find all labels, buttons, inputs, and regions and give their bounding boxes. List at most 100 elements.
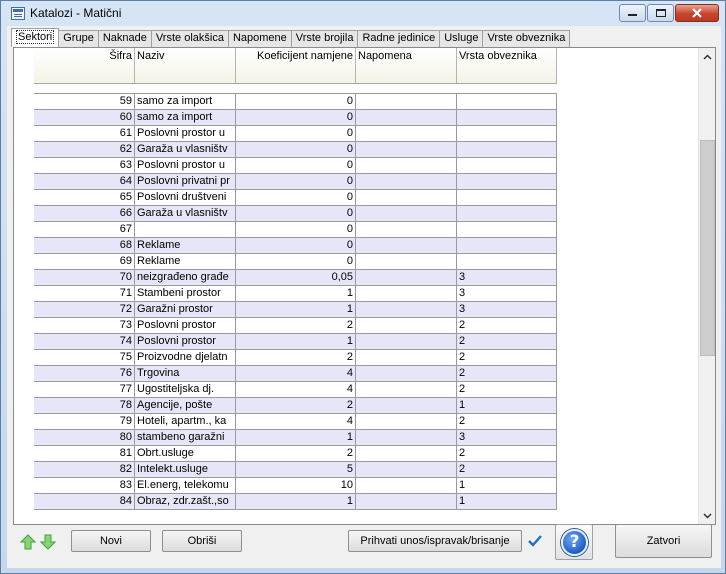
close-button[interactable] [675, 4, 719, 22]
cell-napomena[interactable] [356, 398, 457, 413]
table-row[interactable]: 73 Poslovni prostor 2 2 [34, 318, 557, 334]
cell-vrsta-obveznika[interactable]: 2 [457, 366, 557, 381]
cell-naziv[interactable]: Obrt.usluge [135, 446, 236, 461]
cell-vrsta-obveznika[interactable] [457, 110, 557, 125]
cell-napomena[interactable] [356, 126, 457, 141]
cell-napomena[interactable] [356, 446, 457, 461]
cell-naziv[interactable]: neizgrađeno građe [135, 270, 236, 285]
cell-sifra[interactable]: 69 [34, 254, 135, 269]
cell-sifra[interactable]: 59 [34, 94, 135, 109]
cell-sifra[interactable]: 82 [34, 462, 135, 477]
table-row[interactable]: 78 Agencije, pošte 2 1 [34, 398, 557, 414]
tab-vrste-brojila[interactable]: Vrste brojila [290, 30, 359, 47]
table-row[interactable]: 69 Reklame 0 [34, 254, 557, 270]
cell-vrsta-obveznika[interactable]: 1 [457, 478, 557, 493]
cell-koeficijent[interactable]: 0 [236, 142, 356, 157]
cell-koeficijent[interactable]: 4 [236, 366, 356, 381]
table-row[interactable]: 67 0 [34, 222, 557, 238]
table-row[interactable]: 82 Intelekt.usluge 5 2 [34, 462, 557, 478]
maximize-button[interactable] [647, 4, 674, 22]
cell-napomena[interactable] [356, 110, 457, 125]
cell-koeficijent[interactable]: 0 [236, 126, 356, 141]
cell-koeficijent[interactable]: 0 [236, 174, 356, 189]
help-button[interactable]: ? [555, 524, 593, 560]
scroll-down-button[interactable] [699, 507, 716, 524]
cell-sifra[interactable]: 78 [34, 398, 135, 413]
cell-sifra[interactable]: 64 [34, 174, 135, 189]
cell-sifra[interactable]: 81 [34, 446, 135, 461]
cell-vrsta-obveznika[interactable] [457, 174, 557, 189]
cell-napomena[interactable] [356, 462, 457, 477]
table-row[interactable]: 84 Obraz, zdr.zašt.,so 1 1 [34, 494, 557, 510]
cell-napomena[interactable] [356, 430, 457, 445]
cell-koeficijent[interactable]: 4 [236, 382, 356, 397]
cell-napomena[interactable] [356, 494, 457, 509]
cell-naziv[interactable]: Ugostiteljska dj. [135, 382, 236, 397]
cell-naziv[interactable]: Garaža u vlasništv [135, 206, 236, 221]
cell-koeficijent[interactable]: 1 [236, 334, 356, 349]
cell-vrsta-obveznika[interactable] [457, 142, 557, 157]
cell-napomena[interactable] [356, 174, 457, 189]
cell-napomena[interactable] [356, 350, 457, 365]
tab-sektori[interactable]: Sektori [11, 28, 60, 47]
cell-napomena[interactable] [356, 382, 457, 397]
cell-naziv[interactable]: Stambeni prostor [135, 286, 236, 301]
table-row[interactable]: 61 Poslovni prostor u0 [34, 126, 557, 142]
column-header-naziv[interactable]: Naziv [135, 48, 236, 83]
cell-vrsta-obveznika[interactable] [457, 126, 557, 141]
cell-naziv[interactable]: Garažni prostor [135, 302, 236, 317]
cell-naziv[interactable]: stambeno garažni [135, 430, 236, 445]
cell-naziv[interactable]: Reklame [135, 238, 236, 253]
table-row[interactable]: 83 El.energ, telekomu 10 1 [34, 478, 557, 494]
cell-koeficijent[interactable]: 0 [236, 238, 356, 253]
table-row[interactable]: 75 Proizvodne djelatn 2 2 [34, 350, 557, 366]
cell-koeficijent[interactable]: 2 [236, 398, 356, 413]
cell-koeficijent[interactable]: 10 [236, 478, 356, 493]
cell-napomena[interactable] [356, 190, 457, 205]
cell-napomena[interactable] [356, 142, 457, 157]
column-header-napomena[interactable]: Napomena [356, 48, 457, 83]
column-header-sifra[interactable]: Šifra [34, 48, 135, 83]
cell-sifra[interactable]: 63 [34, 158, 135, 173]
table-row[interactable]: 62 Garaža u vlasništv 0 [34, 142, 557, 158]
table-row[interactable]: 65 Poslovni društveni 0 [34, 190, 557, 206]
cell-vrsta-obveznika[interactable]: 2 [457, 318, 557, 333]
cell-napomena[interactable] [356, 334, 457, 349]
arrow-up-icon[interactable] [20, 534, 36, 550]
tab-naknade[interactable]: Naknade [97, 30, 152, 47]
cell-naziv[interactable]: Reklame [135, 254, 236, 269]
new-button[interactable]: Novi [71, 530, 151, 552]
cell-vrsta-obveznika[interactable]: 2 [457, 382, 557, 397]
tab-vrste-olaksica[interactable]: Vrste olakšica [150, 30, 229, 47]
table-row[interactable]: 81 Obrt.usluge 2 2 [34, 446, 557, 462]
tab-vrste-obveznika[interactable]: Vrste obveznika [482, 30, 571, 47]
cell-napomena[interactable] [356, 238, 457, 253]
table-row[interactable]: 70 neizgrađeno građe 0,05 3 [34, 270, 557, 286]
cell-sifra[interactable]: 75 [34, 350, 135, 365]
table-row[interactable]: 64 Poslovni privatni pr 0 [34, 174, 557, 190]
cell-vrsta-obveznika[interactable] [457, 190, 557, 205]
cell-vrsta-obveznika[interactable] [457, 222, 557, 237]
cell-naziv[interactable]: Poslovni privatni pr [135, 174, 236, 189]
cell-vrsta-obveznika[interactable] [457, 254, 557, 269]
cell-naziv[interactable]: Hoteli, apartm., ka [135, 414, 236, 429]
cell-napomena[interactable] [356, 206, 457, 221]
cell-sifra[interactable]: 71 [34, 286, 135, 301]
cell-sifra[interactable]: 60 [34, 110, 135, 125]
table-row[interactable]: 60 samo za import 0 [34, 110, 557, 126]
cell-koeficijent[interactable]: 2 [236, 318, 356, 333]
cell-naziv[interactable]: Proizvodne djelatn [135, 350, 236, 365]
cell-naziv[interactable]: Trgovina [135, 366, 236, 381]
cell-koeficijent[interactable]: 0 [236, 190, 356, 205]
cell-koeficijent[interactable]: 4 [236, 414, 356, 429]
table-row[interactable]: 68 Reklame 0 [34, 238, 557, 254]
cell-napomena[interactable] [356, 366, 457, 381]
table-row[interactable]: 66 Garaža u vlasništv 0 [34, 206, 557, 222]
cell-naziv[interactable]: El.energ, telekomu [135, 478, 236, 493]
cell-vrsta-obveznika[interactable] [457, 158, 557, 173]
cell-sifra[interactable]: 77 [34, 382, 135, 397]
cell-sifra[interactable]: 67 [34, 222, 135, 237]
cell-napomena[interactable] [356, 318, 457, 333]
cell-naziv[interactable]: Poslovni društveni [135, 190, 236, 205]
cell-sifra[interactable]: 68 [34, 238, 135, 253]
